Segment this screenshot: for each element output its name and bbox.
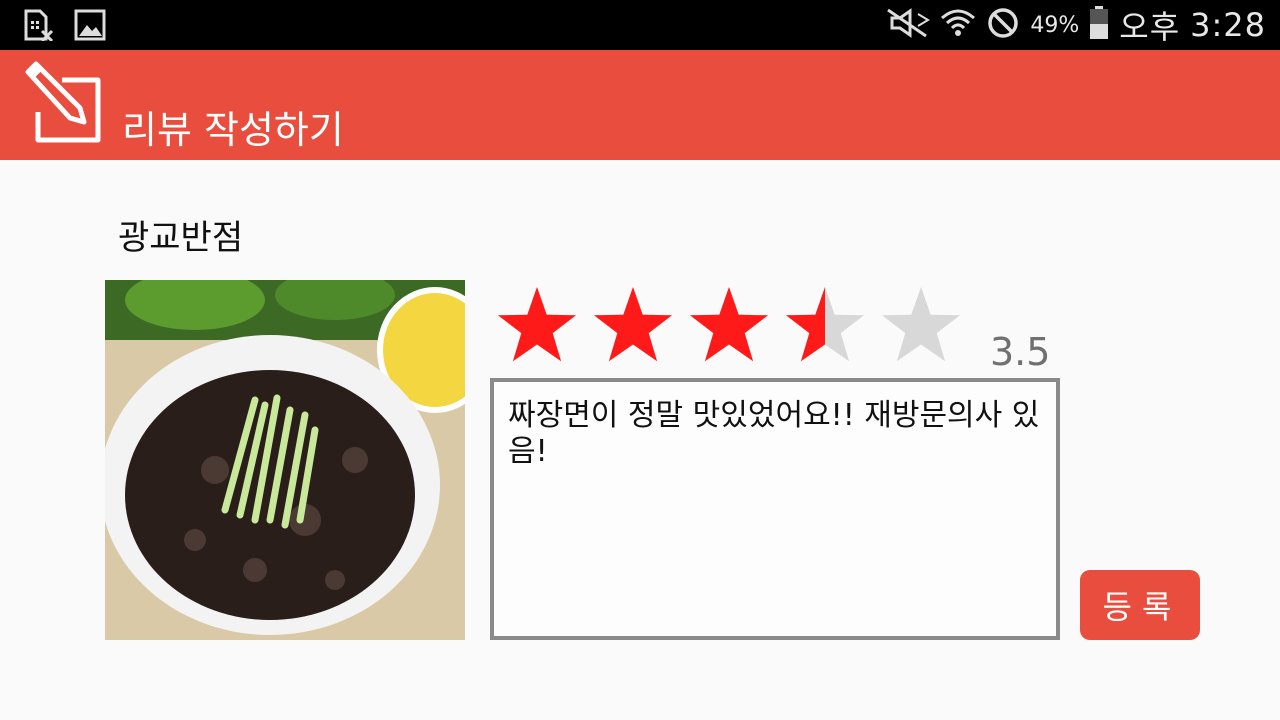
clock-time: 3:28 [1190, 6, 1266, 44]
sim-error-icon [22, 9, 54, 45]
page-title: 리뷰 작성하기 [122, 108, 344, 153]
rating-star-3[interactable] [690, 287, 768, 362]
status-bar: 49% 오후 3:28 [0, 0, 1280, 50]
food-photo [105, 280, 465, 640]
rating-stars[interactable] [496, 286, 976, 368]
wifi-icon [940, 6, 976, 44]
submit-button[interactable]: 등록 [1080, 570, 1200, 640]
star-filled-shape [690, 287, 768, 362]
battery-percent: 49% [1030, 12, 1080, 38]
clock-ampm: 오후 [1119, 8, 1181, 46]
review-text-input[interactable]: 짜장면이 정말 맛있었어요!! 재방문의사 있음! [490, 378, 1060, 640]
star-empty-shape [882, 287, 960, 362]
star-filled-shape [594, 287, 672, 362]
edit-note-icon [18, 60, 104, 146]
gallery-icon [74, 9, 106, 45]
rating-star-5[interactable] [882, 287, 960, 362]
star-filled-shape [498, 287, 576, 362]
rating-value: 3.5 [990, 330, 1051, 374]
app-bar: 리뷰 작성하기 [0, 50, 1280, 160]
rating-star-1[interactable] [498, 287, 576, 362]
battery-icon [1089, 6, 1109, 44]
mute-icon [886, 8, 931, 42]
blocked-icon [986, 6, 1020, 44]
restaurant-name: 광교반점 [118, 218, 244, 258]
rating-star-2[interactable] [594, 287, 672, 362]
rating-star-4[interactable] [786, 287, 864, 362]
